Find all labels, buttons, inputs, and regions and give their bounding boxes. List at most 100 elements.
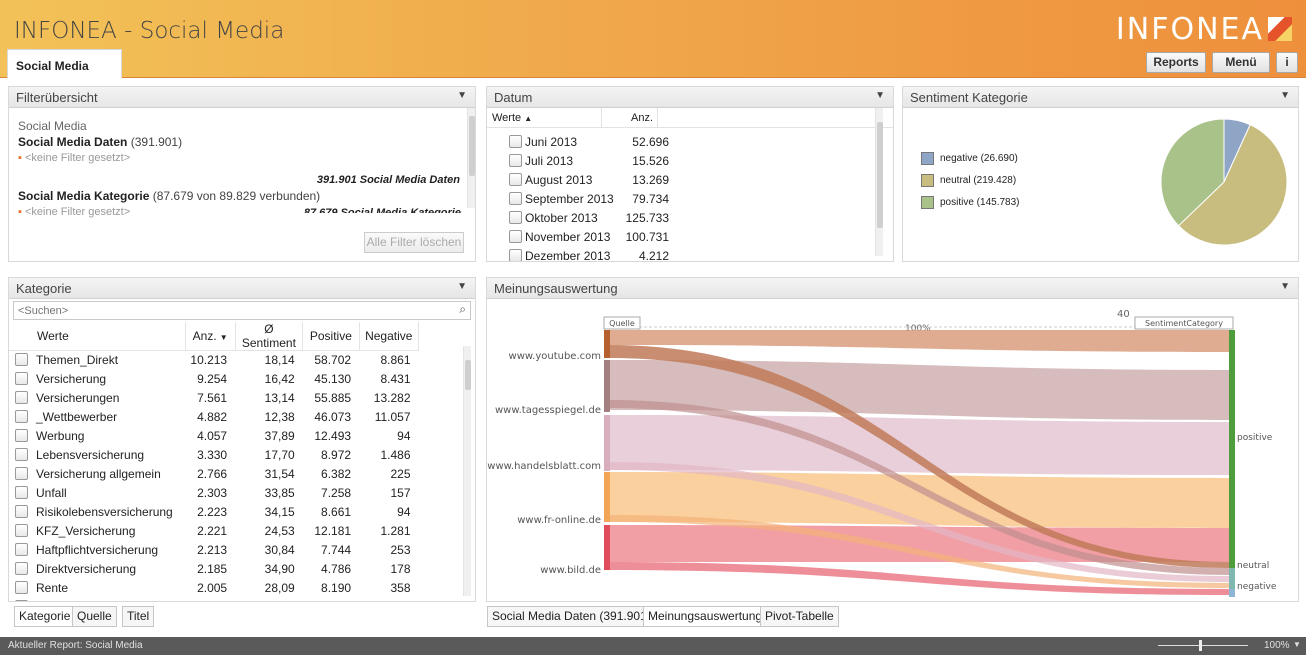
search-icon[interactable]: ⌕ <box>459 302 466 317</box>
table-row[interactable]: Rente 2.005 28,09 8.190 358 <box>9 579 419 598</box>
kategorie-col-4[interactable]: Negative <box>359 322 420 351</box>
table-row[interactable]: KFZ_Versicherung 2.221 24,53 12.181 1.281 <box>9 522 419 541</box>
table-row[interactable]: Versicherungen 7.561 13,14 55.885 13.282 <box>9 389 419 408</box>
datum-row[interactable]: August 2013 13.269 <box>487 170 893 189</box>
datum-row[interactable]: September 2013 79.734 <box>487 189 893 208</box>
checkbox[interactable] <box>15 391 28 404</box>
datum-row[interactable]: Juni 2013 52.696 <box>487 132 893 151</box>
checkbox[interactable] <box>15 562 28 575</box>
kategorie-search-input[interactable] <box>14 302 470 319</box>
node-positive[interactable] <box>1229 330 1235 568</box>
checkbox[interactable] <box>15 372 28 385</box>
node-bild[interactable] <box>604 525 610 570</box>
flow-youtube-positive <box>609 330 1229 352</box>
legend-item-neutral[interactable]: neutral (219.428) <box>921 169 1020 191</box>
legend-item-negative[interactable]: negative (26.690) <box>921 147 1020 169</box>
clear-filters-button[interactable]: Alle Filter löschen <box>364 232 464 253</box>
table-row[interactable]: Lebensversicherung 3.330 17,70 8.972 1.486 <box>9 446 419 465</box>
checkbox[interactable] <box>15 467 28 480</box>
table-cell: 34,15 <box>235 503 303 522</box>
filter-scrollbar[interactable] <box>467 108 475 208</box>
checkbox[interactable] <box>509 173 522 186</box>
kategorie-table-header: Werte Anz. ▼ Ø Sentiment Positive Negative <box>9 322 420 351</box>
chevron-down-icon[interactable]: ▼ <box>875 90 885 101</box>
table-row[interactable]: Themen_Direkt 10.213 18,14 58.702 8.861 <box>9 351 419 370</box>
checkbox[interactable] <box>509 154 522 167</box>
table-row[interactable]: Unfall 2.303 33,85 7.258 157 <box>9 484 419 503</box>
checkbox[interactable] <box>15 505 28 518</box>
zoom-slider-handle[interactable] <box>1199 640 1202 651</box>
datum-row[interactable]: Juli 2013 15.526 <box>487 151 893 170</box>
kategorie-table-body: Themen_Direkt 10.213 18,14 58.702 8.861 Versi… <box>9 351 419 601</box>
datum-row[interactable]: Dezember 2013 4.212 <box>487 246 893 261</box>
source-label-bild: www.bild.de <box>540 565 601 576</box>
checkbox[interactable] <box>15 410 28 423</box>
table-cell-text: Versicherungen <box>36 391 120 405</box>
node-youtube[interactable] <box>604 330 610 358</box>
kategorie-tab-0[interactable]: Kategorie <box>14 606 76 627</box>
node-negative[interactable] <box>1229 589 1235 597</box>
kategorie-scrollbar[interactable] <box>463 346 471 596</box>
datum-col-values[interactable]: Werte ▲ <box>487 108 601 127</box>
chevron-down-icon[interactable]: ▼ <box>457 90 467 101</box>
tab-social-media[interactable]: Social Media <box>7 49 122 78</box>
node-tagesspiegel[interactable] <box>604 360 610 412</box>
table-cell-text: Versicherung allgemein <box>36 467 161 481</box>
table-cell: 7.258 <box>303 484 359 503</box>
kategorie-col-3[interactable]: Positive <box>302 322 360 351</box>
table-cell: 178 <box>359 560 418 579</box>
legend-item-positive[interactable]: positive (145.783) <box>921 191 1020 213</box>
node-fronline[interactable] <box>604 472 610 522</box>
table-row[interactable]: Regierung 1.395 26,82 2.850 275 <box>9 598 419 601</box>
kategorie-col-1[interactable]: Anz. ▼ <box>185 322 236 351</box>
legend-swatch <box>921 173 934 187</box>
kategorie-col-2[interactable]: Ø Sentiment <box>235 322 304 351</box>
chevron-down-icon[interactable]: ▼ <box>457 281 467 292</box>
checkbox[interactable] <box>509 135 522 148</box>
menu-button[interactable]: Menü <box>1212 52 1270 73</box>
checkbox[interactable] <box>15 600 28 601</box>
kategorie-col-0[interactable]: Werte <box>9 322 186 351</box>
table-row[interactable]: Haftpflichtversicherung 2.213 30,84 7.744 25… <box>9 541 419 560</box>
datum-col-count[interactable]: Anz. <box>601 108 658 127</box>
datum-row-label: Dezember 2013 <box>525 248 611 262</box>
table-row[interactable]: Risikolebensversicherung 2.223 34,15 8.661 9… <box>9 503 419 522</box>
checkbox[interactable] <box>15 543 28 556</box>
kategorie-tab-2[interactable]: Titel <box>122 606 155 627</box>
zoom-slider-track[interactable] <box>1158 645 1248 646</box>
table-row[interactable]: Direktversicherung 2.185 34,90 4.786 178 <box>9 560 419 579</box>
table-row[interactable]: Werbung 4.057 37,89 12.493 94 <box>9 427 419 446</box>
meinung-tab-1[interactable]: Meinungsauswertung <box>643 606 768 627</box>
checkbox[interactable] <box>15 524 28 537</box>
checkbox[interactable] <box>509 249 522 261</box>
checkbox[interactable] <box>15 429 28 442</box>
checkbox[interactable] <box>509 192 522 205</box>
meinung-tab-2[interactable]: Pivot-Tabelle <box>760 606 839 627</box>
checkbox[interactable] <box>509 230 522 243</box>
node-handelsblatt[interactable] <box>604 415 610 471</box>
table-cell: 7.561 <box>185 389 235 408</box>
kategorie-tab-1[interactable]: Quelle <box>72 606 117 627</box>
chevron-down-icon[interactable]: ▼ <box>1280 90 1290 101</box>
datum-row[interactable]: Oktober 2013 125.733 <box>487 208 893 227</box>
table-row[interactable]: Versicherung allgemein 2.766 31,54 6.382 225 <box>9 465 419 484</box>
zoom-level[interactable]: 100% <box>1264 640 1290 651</box>
chevron-down-icon[interactable]: ▼ <box>1280 281 1290 292</box>
table-row[interactable]: _Wettbewerber 4.882 12,38 46.073 11.057 <box>9 408 419 427</box>
chevron-down-icon[interactable]: ▼ <box>1293 640 1301 649</box>
checkbox[interactable] <box>15 581 28 594</box>
meinung-tab-0[interactable]: Social Media Daten (391.901) <box>487 606 656 627</box>
reports-button[interactable]: Reports <box>1146 52 1206 73</box>
table-cell-text: 9.254 <box>197 372 228 386</box>
table-row[interactable]: Versicherung 9.254 16,42 45.130 8.431 <box>9 370 419 389</box>
checkbox[interactable] <box>509 211 522 224</box>
datum-row-label: Juni 2013 <box>525 134 578 149</box>
checkbox[interactable] <box>15 448 28 461</box>
node-neutral[interactable] <box>1229 568 1235 589</box>
checkbox[interactable] <box>15 353 28 367</box>
info-button[interactable]: i <box>1276 52 1298 73</box>
checkbox[interactable] <box>15 486 28 499</box>
datum-row[interactable]: November 2013 100.731 <box>487 227 893 246</box>
filter-group2-name: Social Media Kategorie <box>18 189 150 203</box>
datum-scrollbar[interactable] <box>875 108 883 256</box>
